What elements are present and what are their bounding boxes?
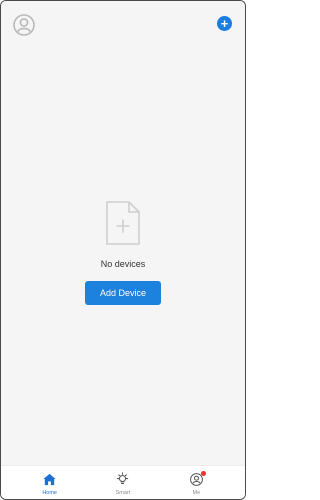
notification-badge <box>201 471 207 476</box>
phone-frame: + No devices Add Device Home Smart Me <box>0 0 246 500</box>
add-device-plus-icon[interactable]: + <box>217 16 232 31</box>
empty-message: No devices <box>100 259 146 269</box>
add-device-button[interactable]: Add Device <box>85 281 161 305</box>
tab-me[interactable]: Me <box>171 466 221 496</box>
bottom-tab-bar: Home Smart Me <box>1 465 245 499</box>
home-icon <box>43 473 56 486</box>
user-avatar-icon[interactable] <box>13 14 35 36</box>
tab-smart[interactable]: Smart <box>98 466 148 496</box>
empty-state: No devices Add Device <box>1 199 245 305</box>
tab-smart-label: Smart <box>115 490 131 496</box>
home-screen: + No devices Add Device <box>1 1 245 467</box>
blank-document-plus-icon <box>106 201 140 245</box>
tab-home[interactable]: Home <box>25 466 75 496</box>
tab-me-label: Me <box>192 490 201 496</box>
bulb-icon <box>117 472 129 485</box>
tab-home-label: Home <box>42 490 57 496</box>
